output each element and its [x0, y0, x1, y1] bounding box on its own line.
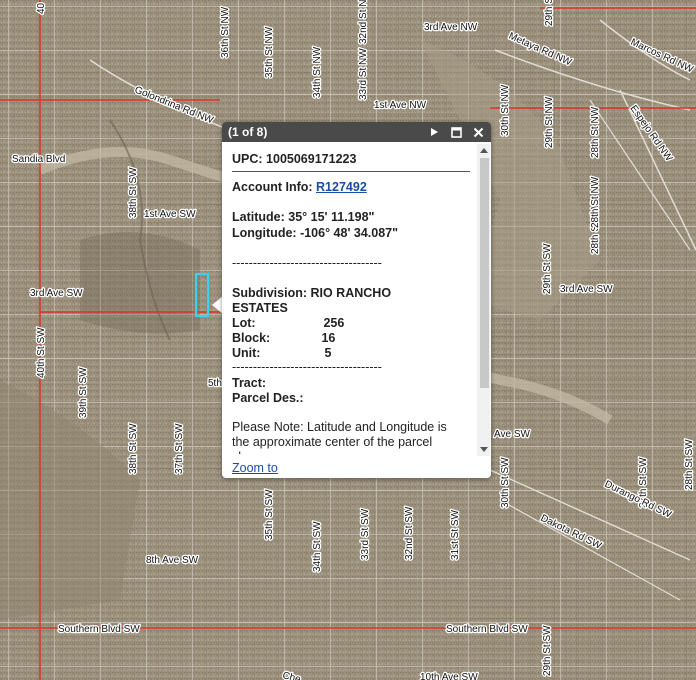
separator: ------------------------------------: [232, 360, 382, 374]
block-value: 16: [321, 331, 336, 345]
maximize-button[interactable]: [449, 125, 463, 139]
account-link[interactable]: R127492: [316, 180, 367, 194]
street-label: 1st Ave NW: [374, 100, 427, 111]
account-row: Account Info: R127492: [232, 180, 367, 194]
note-line: Please Note: Latitude and Longitude is: [232, 420, 447, 434]
street-label: 3rd Ave SW: [560, 284, 613, 295]
street-label: 28th St NW: [590, 106, 601, 158]
note-line: shown: [232, 450, 268, 454]
subdivision-value: RIO RANCHO: [310, 286, 392, 300]
street-label: 38th St SW: [128, 167, 139, 218]
subdivision-row: Subdivision: RIO RANCHO: [232, 286, 391, 300]
street-label: 31st St SW: [450, 509, 461, 560]
street-label: 38th St SW: [128, 423, 139, 474]
block-label: Block:: [232, 331, 271, 345]
lot-label: Lot:: [232, 316, 256, 330]
scroll-up-icon[interactable]: [480, 148, 488, 153]
longitude-label: Longitude:: [232, 226, 297, 240]
scroll-down-icon[interactable]: [480, 447, 488, 452]
street-label: 37th St SW: [174, 423, 185, 474]
zoom-to-link[interactable]: Zoom to: [232, 461, 278, 475]
street-label: 40: [36, 2, 47, 14]
street-label: 32nd St NW: [358, 0, 369, 44]
note-line: the approximate center of the parcel: [232, 435, 433, 449]
street-label: 32nd St SW: [404, 506, 415, 560]
close-icon: [473, 127, 483, 137]
street-label: 29th St NW: [544, 96, 555, 148]
street-label: 8th Ave SW: [146, 555, 199, 566]
street-label: 29th St SW: [542, 243, 553, 294]
popup-content[interactable]: UPC: 1005069171223 Account Info: R127492…: [232, 152, 476, 454]
upc-row: UPC: 1005069171223: [232, 152, 356, 166]
street-label: 35th St NW: [264, 26, 275, 78]
street-label: 35th St SW: [264, 489, 275, 540]
upc-value: 1005069171223: [266, 152, 357, 166]
street-label: 33rd St SW: [360, 508, 371, 560]
latitude-value: 35° 15' 11.198": [288, 210, 375, 224]
maximize-icon: [450, 126, 462, 138]
street-label: 1st Ave SW: [144, 209, 196, 220]
popup-titlebar: (1 of 8): [222, 122, 491, 142]
latitude-label: Latitude:: [232, 210, 285, 224]
unit-value: 5: [324, 346, 332, 360]
parcel-info-popup: (1 of 8) UPC: 1005069171223 Account Info…: [222, 122, 491, 478]
street-label: 39th St SW: [78, 367, 89, 418]
popup-title: (1 of 8): [228, 125, 268, 139]
street-label: Ave SW: [494, 429, 530, 440]
close-button[interactable]: [471, 125, 485, 139]
street-label: 10th Ave SW: [420, 672, 478, 680]
subdivision-value-cont: ESTATES: [232, 301, 288, 315]
street-label: 28th St NW: [590, 176, 601, 228]
unit-row: Unit: 5: [232, 346, 331, 360]
street-label: 36th St NW: [220, 6, 231, 58]
parcel-des-label: Parcel Des.:: [232, 391, 304, 405]
street-label: Southern Blvd SW: [446, 624, 528, 635]
lot-row: Lot: 256: [232, 316, 344, 330]
next-feature-button[interactable]: [427, 125, 441, 139]
title-divider: [232, 171, 470, 172]
street-label: 3rd Ave SW: [30, 288, 83, 299]
street-label: 29th St NW: [544, 0, 555, 26]
longitude-row: Longitude: -106° 48' 34.087": [232, 226, 398, 240]
parcel-zone: [80, 232, 200, 334]
block-row: Block: 16: [232, 331, 335, 345]
street-label: 29th St SW: [542, 625, 553, 676]
street-label: 28th St SW: [684, 439, 695, 490]
play-icon: [431, 128, 438, 136]
street-label: 3rd Ave NW: [424, 22, 478, 33]
street-label: 5th: [208, 378, 222, 389]
popup-scrollbar[interactable]: [477, 144, 490, 456]
street-label: Southern Blvd SW: [58, 624, 140, 635]
separator: ------------------------------------: [232, 256, 382, 270]
street-label: 30th St SW: [500, 457, 511, 508]
account-label: Account Info:: [232, 180, 313, 194]
street-label: 34th St NW: [312, 46, 323, 98]
unit-label: Unit:: [232, 346, 261, 360]
scroll-thumb[interactable]: [480, 158, 489, 388]
tract-label: Tract:: [232, 376, 267, 390]
street-label: 40th St SW: [36, 327, 47, 378]
lot-value: 256: [323, 316, 345, 330]
longitude-value: -106° 48' 34.087": [300, 226, 399, 240]
street-label: Sandia Blvd: [12, 154, 65, 165]
street-label: 33rd St NW: [358, 48, 369, 100]
latitude-row: Latitude: 35° 15' 11.198": [232, 210, 374, 224]
street-label: 30th St NW: [500, 84, 511, 136]
upc-label: UPC:: [232, 152, 263, 166]
street-label: 34th St SW: [312, 521, 323, 572]
subdivision-label: Subdivision:: [232, 286, 307, 300]
